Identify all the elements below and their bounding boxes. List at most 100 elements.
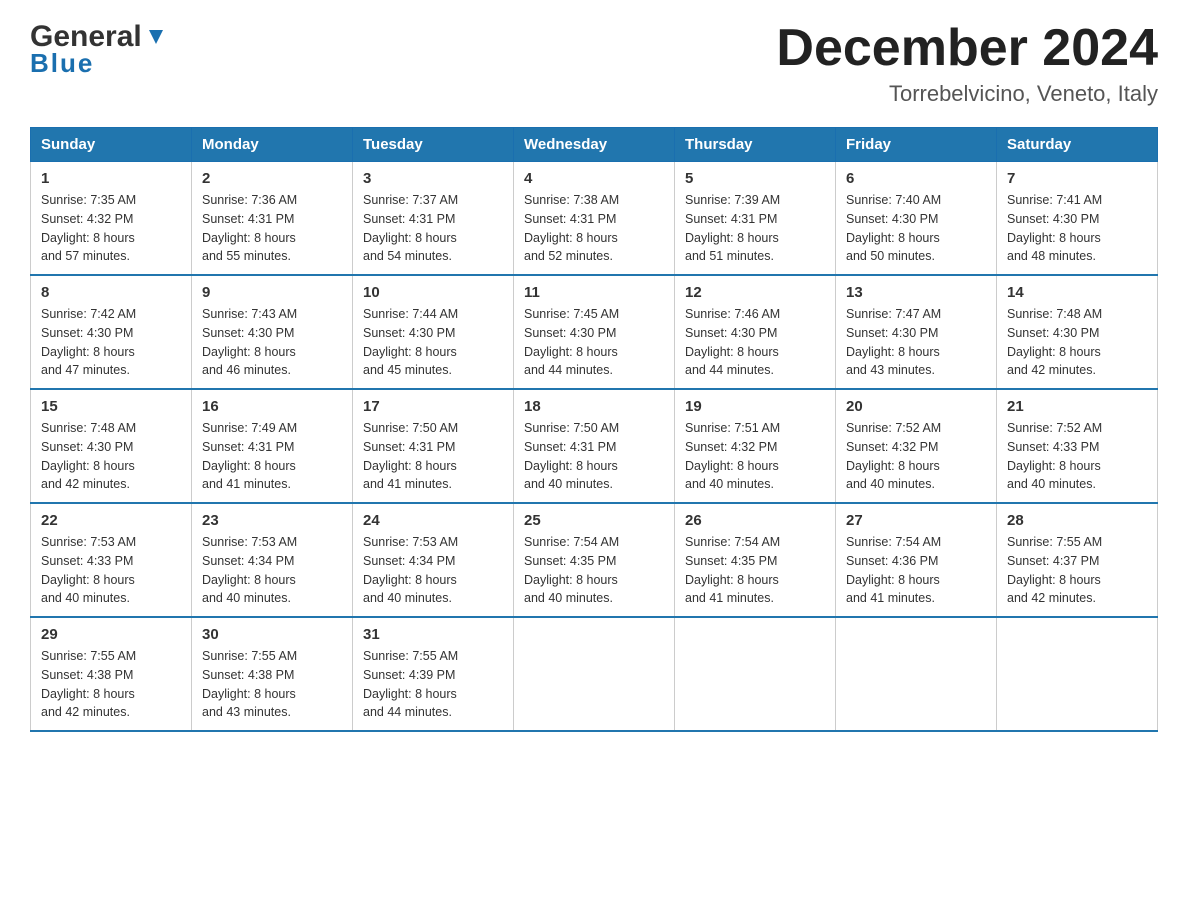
day-info: Sunrise: 7:44 AMSunset: 4:30 PMDaylight:… bbox=[363, 305, 503, 380]
calendar-cell: 23Sunrise: 7:53 AMSunset: 4:34 PMDayligh… bbox=[192, 503, 353, 617]
calendar-table: Sunday Monday Tuesday Wednesday Thursday… bbox=[30, 127, 1158, 732]
week-row-3: 15 Sunrise: 7:48 AMSunset: 4:30 PMDayligh… bbox=[31, 389, 1158, 503]
calendar-cell: 6 Sunrise: 7:40 AMSunset: 4:30 PMDaylight… bbox=[836, 162, 997, 276]
calendar-cell: 30Sunrise: 7:55 AMSunset: 4:38 PMDayligh… bbox=[192, 617, 353, 731]
day-number: 17 bbox=[363, 398, 503, 415]
calendar-cell bbox=[675, 617, 836, 731]
calendar-cell: 24 Sunrise: 7:53 AMSunset: 4:34 PMDayligh… bbox=[353, 503, 514, 617]
day-number: 22 bbox=[41, 512, 181, 529]
day-info: Sunrise: 7:51 AMSunset: 4:32 PMDaylight:… bbox=[685, 419, 825, 494]
day-number: 25 bbox=[524, 512, 664, 529]
day-number: 31 bbox=[363, 626, 503, 643]
day-info: Sunrise: 7:35 AMSunset: 4:32 PMDaylight:… bbox=[41, 191, 181, 266]
calendar-cell bbox=[514, 617, 675, 731]
calendar-cell: 15 Sunrise: 7:48 AMSunset: 4:30 PMDayligh… bbox=[31, 389, 192, 503]
calendar-cell: 9 Sunrise: 7:43 AMSunset: 4:30 PMDaylight… bbox=[192, 275, 353, 389]
logo: General Blue bbox=[30, 20, 167, 79]
calendar-cell: 8 Sunrise: 7:42 AMSunset: 4:30 PMDaylight… bbox=[31, 275, 192, 389]
day-info: Sunrise: 7:36 AMSunset: 4:31 PMDaylight:… bbox=[202, 191, 342, 266]
calendar-cell: 16Sunrise: 7:49 AMSunset: 4:31 PMDayligh… bbox=[192, 389, 353, 503]
calendar-cell: 26Sunrise: 7:54 AMSunset: 4:35 PMDayligh… bbox=[675, 503, 836, 617]
day-info: Sunrise: 7:52 AMSunset: 4:33 PMDaylight:… bbox=[1007, 419, 1147, 494]
calendar-cell: 4 Sunrise: 7:38 AMSunset: 4:31 PMDaylight… bbox=[514, 162, 675, 276]
day-number: 20 bbox=[846, 398, 986, 415]
day-number: 26 bbox=[685, 512, 825, 529]
calendar-cell bbox=[836, 617, 997, 731]
day-info: Sunrise: 7:41 AMSunset: 4:30 PMDaylight:… bbox=[1007, 191, 1147, 266]
calendar-cell: 11 Sunrise: 7:45 AMSunset: 4:30 PMDayligh… bbox=[514, 275, 675, 389]
day-number: 15 bbox=[41, 398, 181, 415]
week-row-5: 29 Sunrise: 7:55 AMSunset: 4:38 PMDayligh… bbox=[31, 617, 1158, 731]
calendar-cell: 21 Sunrise: 7:52 AMSunset: 4:33 PMDayligh… bbox=[997, 389, 1158, 503]
day-number: 21 bbox=[1007, 398, 1147, 415]
day-number: 27 bbox=[846, 512, 986, 529]
header-wednesday: Wednesday bbox=[514, 128, 675, 162]
calendar-cell: 20Sunrise: 7:52 AMSunset: 4:32 PMDayligh… bbox=[836, 389, 997, 503]
header-saturday: Saturday bbox=[997, 128, 1158, 162]
day-info: Sunrise: 7:43 AMSunset: 4:30 PMDaylight:… bbox=[202, 305, 342, 380]
calendar-cell: 18 Sunrise: 7:50 AMSunset: 4:31 PMDayligh… bbox=[514, 389, 675, 503]
header-sunday: Sunday bbox=[31, 128, 192, 162]
day-info: Sunrise: 7:48 AMSunset: 4:30 PMDaylight:… bbox=[41, 419, 181, 494]
day-info: Sunrise: 7:55 AMSunset: 4:38 PMDaylight:… bbox=[41, 647, 181, 722]
week-row-1: 1 Sunrise: 7:35 AMSunset: 4:32 PMDaylight… bbox=[31, 162, 1158, 276]
day-number: 2 bbox=[202, 170, 342, 187]
calendar-cell: 5 Sunrise: 7:39 AMSunset: 4:31 PMDaylight… bbox=[675, 162, 836, 276]
day-number: 8 bbox=[41, 284, 181, 301]
day-number: 5 bbox=[685, 170, 825, 187]
day-info: Sunrise: 7:37 AMSunset: 4:31 PMDaylight:… bbox=[363, 191, 503, 266]
day-number: 11 bbox=[524, 284, 664, 301]
calendar-cell: 2 Sunrise: 7:36 AMSunset: 4:31 PMDaylight… bbox=[192, 162, 353, 276]
header-friday: Friday bbox=[836, 128, 997, 162]
day-info: Sunrise: 7:40 AMSunset: 4:30 PMDaylight:… bbox=[846, 191, 986, 266]
calendar-cell bbox=[997, 617, 1158, 731]
day-info: Sunrise: 7:49 AMSunset: 4:31 PMDaylight:… bbox=[202, 419, 342, 494]
header-monday: Monday bbox=[192, 128, 353, 162]
day-number: 10 bbox=[363, 284, 503, 301]
day-number: 9 bbox=[202, 284, 342, 301]
day-info: Sunrise: 7:42 AMSunset: 4:30 PMDaylight:… bbox=[41, 305, 181, 380]
day-number: 1 bbox=[41, 170, 181, 187]
calendar-cell: 29 Sunrise: 7:55 AMSunset: 4:38 PMDayligh… bbox=[31, 617, 192, 731]
day-number: 4 bbox=[524, 170, 664, 187]
day-info: Sunrise: 7:45 AMSunset: 4:30 PMDaylight:… bbox=[524, 305, 664, 380]
calendar-cell: 1 Sunrise: 7:35 AMSunset: 4:32 PMDaylight… bbox=[31, 162, 192, 276]
day-info: Sunrise: 7:53 AMSunset: 4:33 PMDaylight:… bbox=[41, 533, 181, 608]
day-info: Sunrise: 7:47 AMSunset: 4:30 PMDaylight:… bbox=[846, 305, 986, 380]
day-number: 12 bbox=[685, 284, 825, 301]
day-number: 24 bbox=[363, 512, 503, 529]
calendar-cell: 7Sunrise: 7:41 AMSunset: 4:30 PMDaylight… bbox=[997, 162, 1158, 276]
calendar-cell: 10 Sunrise: 7:44 AMSunset: 4:30 PMDayligh… bbox=[353, 275, 514, 389]
week-row-4: 22 Sunrise: 7:53 AMSunset: 4:33 PMDayligh… bbox=[31, 503, 1158, 617]
day-number: 29 bbox=[41, 626, 181, 643]
month-title: December 2024 bbox=[776, 20, 1158, 77]
day-number: 6 bbox=[846, 170, 986, 187]
calendar-cell: 28 Sunrise: 7:55 AMSunset: 4:37 PMDayligh… bbox=[997, 503, 1158, 617]
calendar-header-row: Sunday Monday Tuesday Wednesday Thursday… bbox=[31, 128, 1158, 162]
day-info: Sunrise: 7:55 AMSunset: 4:37 PMDaylight:… bbox=[1007, 533, 1147, 608]
logo-arrow-icon bbox=[145, 26, 167, 48]
day-number: 19 bbox=[685, 398, 825, 415]
day-info: Sunrise: 7:38 AMSunset: 4:31 PMDaylight:… bbox=[524, 191, 664, 266]
title-block: December 2024 Torrebelvicino, Veneto, It… bbox=[776, 20, 1158, 107]
calendar-cell: 17 Sunrise: 7:50 AMSunset: 4:31 PMDayligh… bbox=[353, 389, 514, 503]
day-number: 30 bbox=[202, 626, 342, 643]
calendar-cell: 25 Sunrise: 7:54 AMSunset: 4:35 PMDayligh… bbox=[514, 503, 675, 617]
calendar-cell: 14Sunrise: 7:48 AMSunset: 4:30 PMDayligh… bbox=[997, 275, 1158, 389]
calendar-cell: 13 Sunrise: 7:47 AMSunset: 4:30 PMDayligh… bbox=[836, 275, 997, 389]
page-header: General Blue December 2024 Torrebelvicin… bbox=[30, 20, 1158, 107]
day-info: Sunrise: 7:50 AMSunset: 4:31 PMDaylight:… bbox=[363, 419, 503, 494]
day-info: Sunrise: 7:50 AMSunset: 4:31 PMDaylight:… bbox=[524, 419, 664, 494]
day-number: 18 bbox=[524, 398, 664, 415]
day-info: Sunrise: 7:39 AMSunset: 4:31 PMDaylight:… bbox=[685, 191, 825, 266]
day-info: Sunrise: 7:46 AMSunset: 4:30 PMDaylight:… bbox=[685, 305, 825, 380]
day-info: Sunrise: 7:54 AMSunset: 4:35 PMDaylight:… bbox=[524, 533, 664, 608]
day-number: 28 bbox=[1007, 512, 1147, 529]
logo-blue-text: Blue bbox=[30, 48, 94, 79]
day-info: Sunrise: 7:55 AMSunset: 4:39 PMDaylight:… bbox=[363, 647, 503, 722]
calendar-cell: 12 Sunrise: 7:46 AMSunset: 4:30 PMDayligh… bbox=[675, 275, 836, 389]
day-info: Sunrise: 7:53 AMSunset: 4:34 PMDaylight:… bbox=[202, 533, 342, 608]
calendar-cell: 22 Sunrise: 7:53 AMSunset: 4:33 PMDayligh… bbox=[31, 503, 192, 617]
day-number: 13 bbox=[846, 284, 986, 301]
day-info: Sunrise: 7:53 AMSunset: 4:34 PMDaylight:… bbox=[363, 533, 503, 608]
